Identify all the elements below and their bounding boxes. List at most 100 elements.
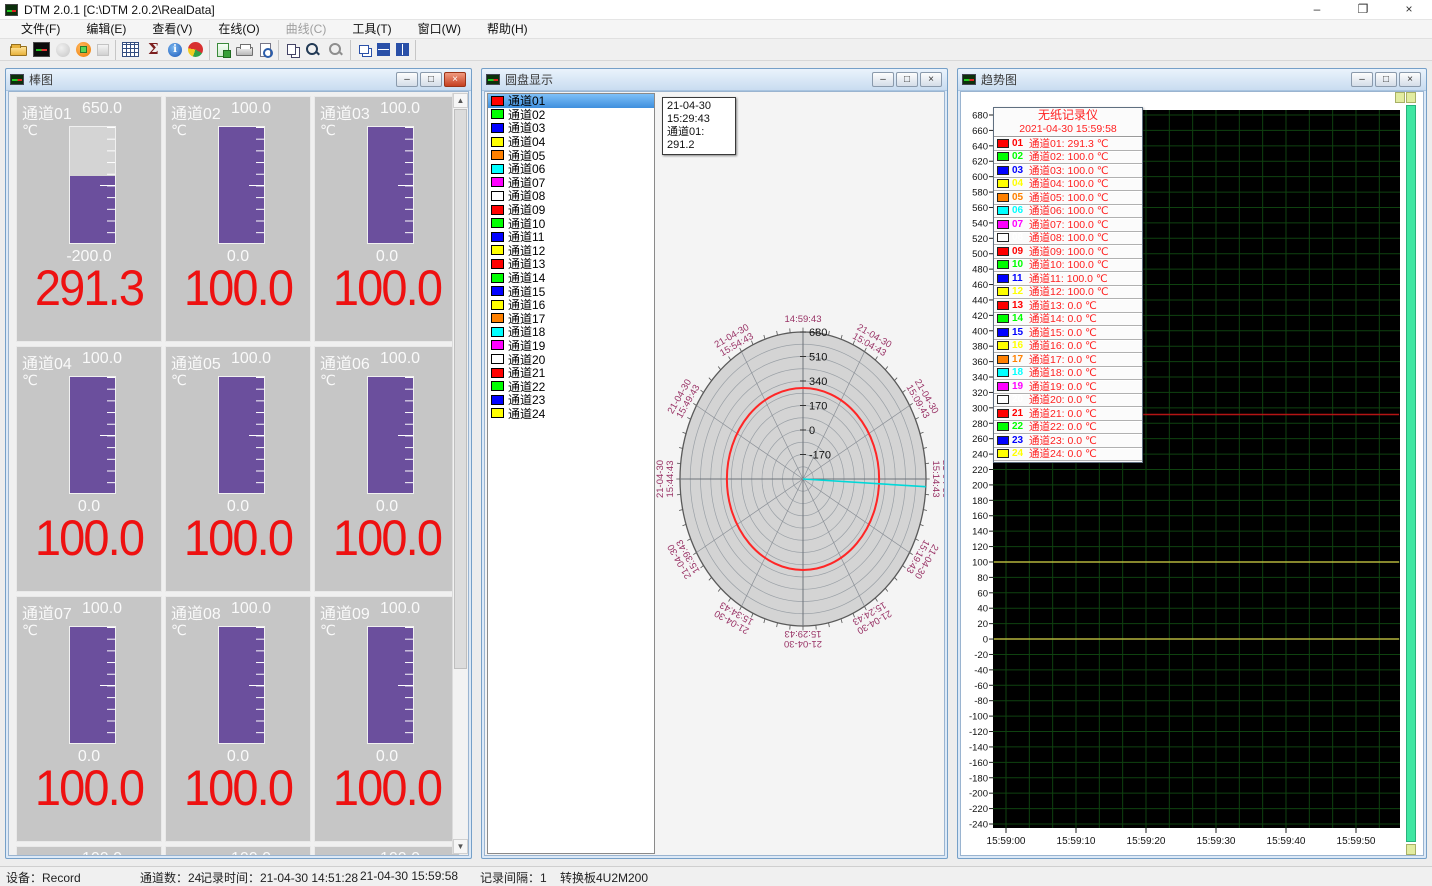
tooltip-value: 通道01: 291.2 — [667, 126, 731, 152]
svg-text:15:59:40: 15:59:40 — [1267, 836, 1306, 847]
gauge-mid-tick — [398, 685, 413, 686]
channel-color-swatch — [491, 340, 504, 350]
unit-label: ℃ — [22, 372, 38, 389]
maximize-icon[interactable] — [420, 72, 442, 87]
svg-text:15:59:00: 15:59:00 — [987, 836, 1026, 847]
menu-item-8[interactable]: 帮助(H) — [474, 20, 541, 38]
legend-color-swatch — [997, 206, 1009, 215]
stop-record-icon[interactable] — [76, 42, 91, 57]
info-icon[interactable] — [168, 43, 182, 57]
legend-color-swatch — [997, 274, 1009, 283]
maximize-icon[interactable] — [896, 72, 918, 87]
trend-window-titlebar[interactable]: 趋势图 — [958, 69, 1426, 91]
tile-horizontal-icon[interactable] — [377, 43, 390, 56]
channel-list-label: 通道24 — [508, 405, 545, 422]
gauge-max-label: 100.0 — [380, 100, 420, 124]
vertical-gauge — [69, 126, 116, 244]
time-slider[interactable] — [1406, 105, 1416, 842]
bar-window-titlebar[interactable]: 棒图 — [6, 69, 471, 91]
channel-value: 100.0 — [170, 259, 305, 317]
cascade-windows-icon[interactable] — [359, 45, 369, 54]
channel-name: 通道08 — [171, 600, 223, 624]
minimize-icon[interactable] — [396, 72, 418, 87]
svg-text:400: 400 — [972, 326, 988, 337]
data-table-icon[interactable] — [122, 42, 139, 57]
close-icon[interactable]: × — [1386, 0, 1432, 20]
slider-button-icon[interactable] — [1406, 844, 1416, 855]
circle-window-titlebar[interactable]: 圆盘显示 — [482, 69, 947, 91]
app-icon — [5, 4, 18, 16]
maximize-icon[interactable] — [1375, 72, 1397, 87]
legend-color-swatch — [997, 449, 1009, 458]
unit-label: ℃ — [171, 622, 187, 639]
status-segment: 转换板4U2M200 — [560, 869, 648, 886]
minimize-icon[interactable]: – — [1294, 0, 1340, 20]
channel-color-swatch — [491, 96, 504, 106]
bar-cell-header: 通道03100.0 — [320, 100, 455, 124]
channel-value: 100.0 — [170, 759, 305, 817]
legend-color-swatch — [997, 193, 1009, 202]
close-icon[interactable] — [1399, 72, 1421, 87]
toolbar-group — [116, 40, 210, 60]
slider-button-icon[interactable] — [1395, 92, 1405, 103]
tile-vertical-icon[interactable] — [396, 43, 409, 56]
channel-color-swatch — [491, 177, 504, 187]
minimize-icon[interactable] — [872, 72, 894, 87]
svg-text:21-04-3015:44:43: 21-04-3015:44:43 — [655, 460, 676, 498]
menu-item-4[interactable]: 在线(O) — [205, 20, 272, 38]
svg-text:600: 600 — [972, 172, 988, 183]
gauge-max-label: 650.0 — [82, 100, 122, 124]
print-icon[interactable] — [236, 47, 253, 56]
channel-color-swatch — [491, 150, 504, 160]
restore-icon[interactable]: ❐ — [1340, 0, 1386, 20]
menu-item-1[interactable]: 文件(F) — [8, 20, 73, 38]
slider-button-icon[interactable] — [1406, 92, 1416, 103]
legend-channel-number: 06 — [1012, 205, 1029, 216]
scrollbar-thumb[interactable] — [454, 109, 467, 669]
channel-value: 100.0 — [319, 259, 454, 317]
status-bar: 设备：Record通道数：24记录时间：21-04-30 14:51:2821-… — [0, 866, 1432, 882]
zoom-icon[interactable] — [304, 42, 321, 57]
menu-item-3[interactable]: 查看(V) — [139, 20, 205, 38]
close-icon[interactable] — [920, 72, 942, 87]
channel-name: 通道06 — [320, 350, 372, 374]
legend-color-swatch — [997, 220, 1009, 229]
legend-channel-number: 15 — [1012, 327, 1029, 338]
legend-channel-number: 18 — [1012, 367, 1029, 378]
legend-channel-number: 13 — [1012, 300, 1029, 311]
scroll-down-icon[interactable]: ▼ — [453, 839, 468, 854]
channel-list-item[interactable]: 通道24 — [488, 407, 654, 421]
vertical-gauge — [218, 376, 265, 494]
export-icon[interactable] — [217, 43, 229, 57]
bar-gauge-cell: 通道03100.0℃0.0100.0 — [314, 96, 460, 342]
bar-cell-header: 通道11100.0 — [171, 850, 306, 856]
scroll-up-icon[interactable]: ▲ — [453, 93, 468, 108]
realtime-chart-icon[interactable] — [33, 42, 50, 57]
channel-color-swatch — [491, 354, 504, 364]
pie-chart-icon[interactable] — [188, 42, 203, 57]
menu-item-6[interactable]: 工具(T) — [339, 20, 404, 38]
print-preview-icon[interactable] — [260, 43, 271, 57]
legend-color-swatch — [997, 368, 1009, 377]
gauge-mid-tick — [398, 435, 413, 436]
tooltip-time: 15:29:43 — [667, 113, 731, 126]
channel-color-swatch — [491, 313, 504, 323]
minimize-icon[interactable] — [1351, 72, 1373, 87]
legend-channel-number: 05 — [1012, 192, 1029, 203]
open-file-icon[interactable] — [10, 46, 27, 56]
statistics-sigma-icon[interactable] — [145, 42, 162, 57]
copy-icon[interactable] — [287, 44, 296, 55]
circle-window-content: -170017034051068014:59:4321-04-3015:04:4… — [484, 91, 945, 856]
svg-text:-200: -200 — [969, 789, 988, 800]
svg-text:-100: -100 — [969, 712, 988, 723]
legend-channel-number: 08 — [1012, 232, 1029, 243]
close-icon[interactable] — [444, 72, 466, 87]
channel-value: 100.0 — [170, 509, 305, 567]
channel-color-swatch — [491, 164, 504, 174]
channel-value: 100.0 — [319, 509, 454, 567]
channel-color-swatch — [491, 137, 504, 147]
menu-item-2[interactable]: 编辑(E) — [73, 20, 139, 38]
svg-text:20: 20 — [977, 619, 988, 630]
menu-item-7[interactable]: 窗口(W) — [405, 20, 474, 38]
bar-scrollbar[interactable]: ▲ ▼ — [452, 93, 467, 854]
